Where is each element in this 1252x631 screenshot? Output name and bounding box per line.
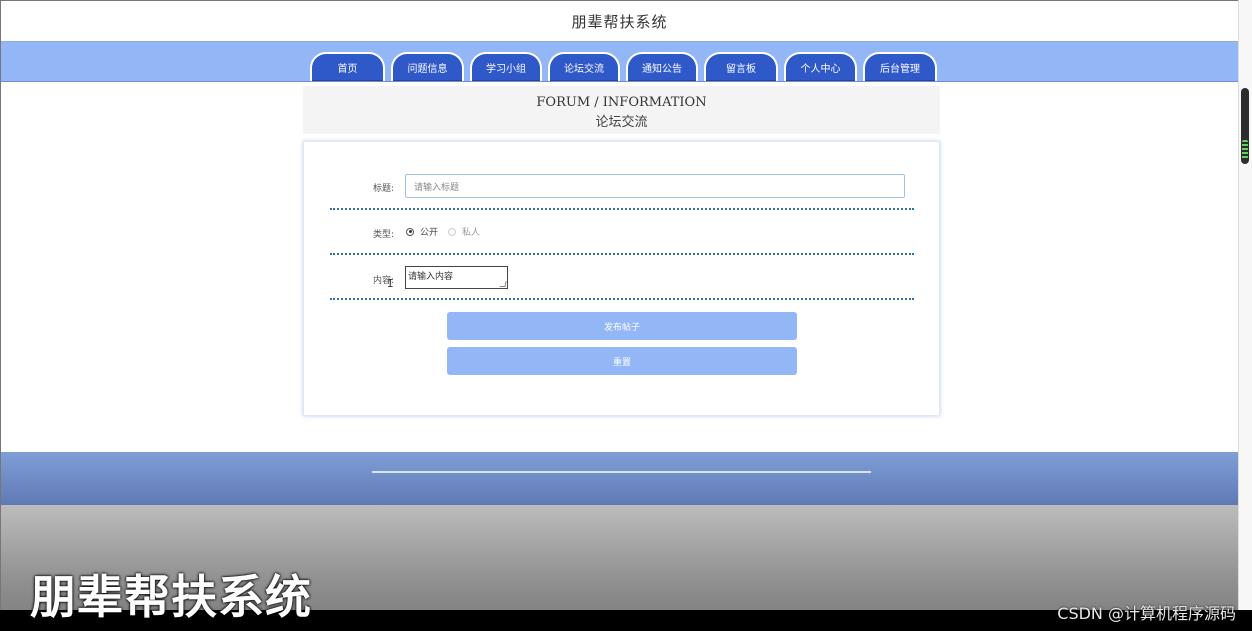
nav-tab-questions[interactable]: 问题信息: [391, 52, 464, 81]
title-input[interactable]: 请输入标题: [405, 174, 905, 198]
post-form-card: 标题: 请输入标题 类型: 公开 私人 内容: I 请输入内容 发布帖子 重置: [303, 141, 940, 416]
nav-tab-admin[interactable]: 后台管理: [863, 52, 937, 81]
app-frame: 朋辈帮扶系统 首页 问题信息 学习小组 论坛交流 通知公告 留言板 个人中心 后…: [0, 0, 1238, 631]
nav-tab-notices[interactable]: 通知公告: [626, 52, 698, 81]
radio-public[interactable]: [406, 227, 414, 236]
type-label: 类型:: [372, 230, 394, 240]
radio-public-label: 公开: [420, 228, 439, 238]
title-placeholder: 请输入标题: [414, 182, 460, 193]
watermark: CSDN @计算机程序源码: [1057, 604, 1236, 623]
nav-tab-study-groups[interactable]: 学习小组: [470, 52, 542, 81]
title-label: 标题:: [372, 184, 394, 194]
scrollbar-thumb[interactable]: [1241, 88, 1249, 164]
nav-tab-home[interactable]: 首页: [310, 52, 385, 81]
overlay-caption: 朋辈帮扶系统: [30, 570, 312, 624]
form-row-type: 类型: 公开 私人: [330, 208, 914, 255]
resize-grip-icon[interactable]: [499, 281, 507, 287]
type-radio-group: 公开 私人: [406, 225, 480, 238]
vertical-scrollbar[interactable]: [1238, 0, 1252, 610]
radio-private[interactable]: [448, 227, 457, 236]
top-title-bar: 朋辈帮扶系统: [1, 1, 1238, 42]
content-placeholder: 请输入内容: [408, 272, 454, 282]
content-label: 内容:: [372, 276, 394, 286]
forum-title-cn: 论坛交流: [595, 115, 648, 130]
radio-private-label: 私人: [462, 228, 481, 238]
forum-title-en: FORUM / INFORMATION: [536, 95, 707, 110]
content-textarea[interactable]: 请输入内容: [405, 266, 508, 289]
footer-band: [1, 452, 1238, 505]
forum-header: FORUM / INFORMATION 论坛交流: [303, 86, 940, 134]
scrollbar-grip-icon: [1242, 140, 1248, 160]
site-title: 朋辈帮扶系统: [571, 12, 668, 31]
footer-divider: [372, 471, 871, 473]
nav-tab-personal-center[interactable]: 个人中心: [784, 52, 857, 81]
nav-tab-forum[interactable]: 论坛交流: [548, 52, 620, 81]
nav-band: 首页 问题信息 学习小组 论坛交流 通知公告 留言板 个人中心 后台管理: [1, 42, 1238, 82]
form-row-content: 内容: I 请输入内容: [330, 253, 914, 300]
nav-tab-message-board[interactable]: 留言板: [704, 52, 778, 81]
nav-tabs: 首页 问题信息 学习小组 论坛交流 通知公告 留言板 个人中心 后台管理: [310, 52, 937, 81]
publish-post-button[interactable]: 发布帖子: [447, 312, 797, 340]
reset-button[interactable]: 重置: [447, 347, 797, 375]
text-cursor-icon: I: [387, 277, 394, 290]
form-row-title: 标题: 请输入标题: [330, 142, 914, 210]
